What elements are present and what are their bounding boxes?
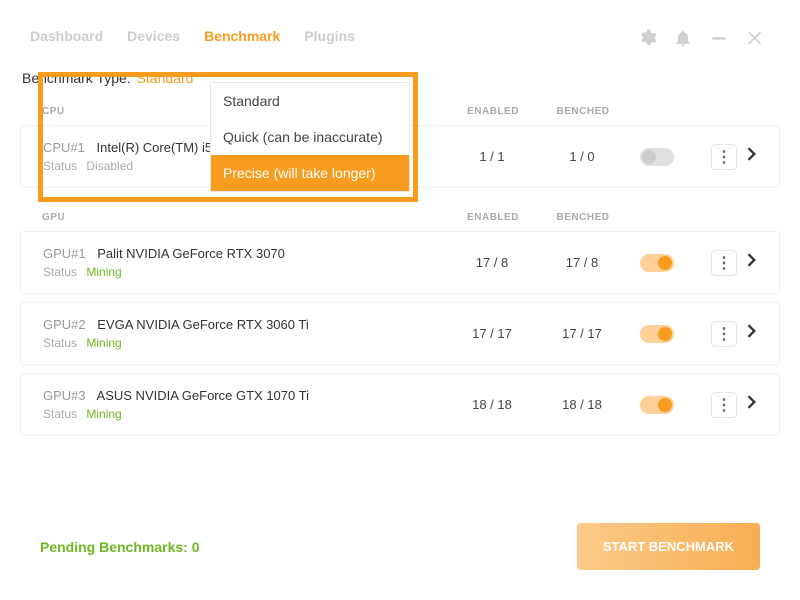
- device-id: CPU#1: [43, 140, 85, 155]
- col-enabled-label: ENABLED: [448, 106, 538, 117]
- start-benchmark-button[interactable]: START BENCHMARK: [577, 523, 760, 570]
- benched-value: 17 / 8: [537, 255, 627, 270]
- benchmark-type-dropdown: Standard Quick (can be inaccurate) Preci…: [210, 82, 410, 192]
- status-value: Mining: [86, 407, 121, 421]
- enabled-value: 1 / 1: [447, 149, 537, 164]
- benchmark-type-label: Benchmark Type:: [22, 70, 131, 86]
- minimize-icon[interactable]: [709, 28, 729, 53]
- device-name: Palit NVIDIA GeForce RTX 3070: [97, 246, 285, 261]
- more-button[interactable]: ⋮: [711, 144, 737, 170]
- device-row-gpu2: GPU#2 EVGA NVIDIA GeForce RTX 3060 Ti St…: [20, 302, 780, 365]
- device-name: Intel(R) Core(TM) i5: [97, 140, 213, 155]
- device-id: GPU#3: [43, 388, 86, 403]
- status-value: Mining: [86, 265, 121, 279]
- chevron-right-icon[interactable]: [747, 253, 757, 272]
- status-value: Mining: [86, 336, 121, 350]
- more-button[interactable]: ⋮: [711, 392, 737, 418]
- bell-icon[interactable]: [673, 28, 693, 53]
- device-toggle[interactable]: [640, 254, 674, 272]
- tab-devices[interactable]: Devices: [127, 28, 180, 44]
- header-icons: [637, 28, 765, 53]
- more-button[interactable]: ⋮: [711, 321, 737, 347]
- dropdown-option-precise[interactable]: Precise (will take longer): [211, 155, 409, 191]
- status-label: Status: [43, 407, 77, 421]
- more-button[interactable]: ⋮: [711, 250, 737, 276]
- pending-benchmarks-label: Pending Benchmarks: 0: [40, 539, 200, 555]
- col-enabled-label: ENABLED: [448, 212, 538, 223]
- benched-value: 1 / 0: [537, 149, 627, 164]
- benched-value: 17 / 17: [537, 326, 627, 341]
- status-label: Status: [43, 265, 77, 279]
- status-label: Status: [43, 159, 77, 173]
- nav-tabs: Dashboard Devices Benchmark Plugins: [30, 28, 355, 44]
- gpu-section-header: GPU ENABLED BENCHED: [20, 202, 780, 231]
- tab-dashboard[interactable]: Dashboard: [30, 28, 103, 44]
- tab-plugins[interactable]: Plugins: [304, 28, 355, 44]
- device-name: ASUS NVIDIA GeForce GTX 1070 Ti: [97, 388, 309, 403]
- device-id: GPU#2: [43, 317, 86, 332]
- device-row-gpu3: GPU#3 ASUS NVIDIA GeForce GTX 1070 Ti St…: [20, 373, 780, 436]
- device-toggle[interactable]: [640, 396, 674, 414]
- benchmark-type-value: Standard: [137, 70, 194, 86]
- col-device-label: GPU: [42, 212, 448, 223]
- status-value: Disabled: [86, 159, 133, 173]
- device-toggle[interactable]: [640, 325, 674, 343]
- footer: Pending Benchmarks: 0 START BENCHMARK: [0, 523, 800, 570]
- col-benched-label: BENCHED: [538, 212, 628, 223]
- close-icon[interactable]: [745, 28, 765, 53]
- tab-benchmark[interactable]: Benchmark: [204, 28, 280, 44]
- chevron-right-icon[interactable]: [747, 395, 757, 414]
- chevron-right-icon[interactable]: [747, 324, 757, 343]
- device-id: GPU#1: [43, 246, 86, 261]
- enabled-value: 17 / 8: [447, 255, 537, 270]
- enabled-value: 17 / 17: [447, 326, 537, 341]
- status-label: Status: [43, 336, 77, 350]
- dropdown-option-standard[interactable]: Standard: [211, 83, 409, 119]
- gear-icon[interactable]: [637, 28, 657, 53]
- device-name: EVGA NVIDIA GeForce RTX 3060 Ti: [97, 317, 308, 332]
- device-row-gpu1: GPU#1 Palit NVIDIA GeForce RTX 3070 Stat…: [20, 231, 780, 294]
- benched-value: 18 / 18: [537, 397, 627, 412]
- dropdown-option-quick[interactable]: Quick (can be inaccurate): [211, 119, 409, 155]
- chevron-right-icon[interactable]: [747, 147, 757, 166]
- device-toggle[interactable]: [640, 148, 674, 166]
- enabled-value: 18 / 18: [447, 397, 537, 412]
- header: Dashboard Devices Benchmark Plugins: [0, 0, 800, 60]
- col-benched-label: BENCHED: [538, 106, 628, 117]
